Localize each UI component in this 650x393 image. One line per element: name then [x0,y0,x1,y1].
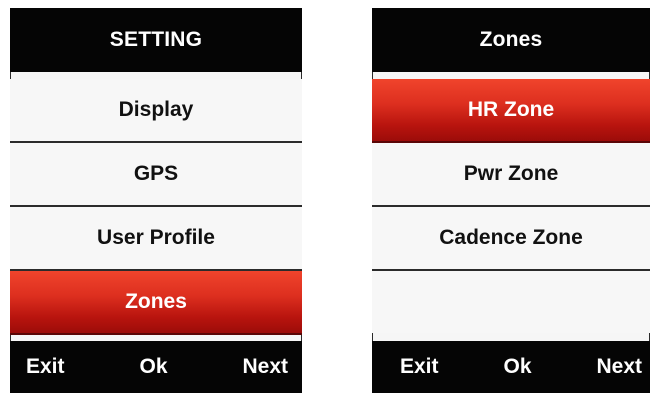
menu-item-zones[interactable]: Zones [10,271,302,335]
softkey-bar: Exit Ok Next [10,341,302,393]
menu-item-display[interactable]: Display [10,79,302,143]
zones-menu-list: HR Zone Pwr Zone Cadence Zone [372,79,650,333]
menu-item-hr-zone[interactable]: HR Zone [372,79,650,143]
screen-title: Zones [372,8,650,72]
menu-item-gps[interactable]: GPS [10,143,302,207]
zones-screen: Zones HR Zone Pwr Zone Cadence Zone Exit… [372,8,650,393]
menu-item-user-profile[interactable]: User Profile [10,207,302,271]
ok-button[interactable]: Ok [503,355,531,379]
device-screens: SETTING Display GPS User Profile Zones E… [0,0,650,393]
next-button[interactable]: Next [242,355,288,379]
empty-list-area [372,271,650,333]
menu-item-pwr-zone[interactable]: Pwr Zone [372,143,650,207]
next-button[interactable]: Next [596,355,642,379]
exit-button[interactable]: Exit [26,355,65,379]
exit-button[interactable]: Exit [400,355,439,379]
softkey-bar: Exit Ok Next [372,341,650,393]
menu-item-cadence-zone[interactable]: Cadence Zone [372,207,650,271]
screen-title: SETTING [10,8,302,72]
setting-screen: SETTING Display GPS User Profile Zones E… [10,8,302,393]
ok-button[interactable]: Ok [139,355,167,379]
setting-menu-list: Display GPS User Profile Zones [10,79,302,335]
